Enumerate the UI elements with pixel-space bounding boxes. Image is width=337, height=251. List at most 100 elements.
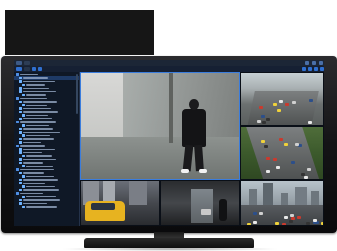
tree-item-label <box>25 94 46 96</box>
tree-item-label <box>25 84 45 86</box>
tree-item-label <box>25 165 53 167</box>
vehicle <box>294 142 299 146</box>
folder-icon <box>16 192 19 195</box>
camera-icon <box>19 100 22 104</box>
vehicle <box>308 120 313 124</box>
record-icon[interactable] <box>308 67 312 71</box>
camera-icon <box>19 76 22 80</box>
tree-item-label <box>22 90 56 93</box>
folder-icon <box>16 144 19 148</box>
close-icon[interactable] <box>319 61 323 65</box>
folder-icon <box>16 73 19 76</box>
sidebar-scrollbar[interactable] <box>76 74 78 114</box>
camera-icon <box>19 158 22 161</box>
camera-taxi-street[interactable] <box>80 180 160 226</box>
camera-icon <box>19 107 22 110</box>
tree-item-label <box>22 202 47 205</box>
vehicle <box>284 102 289 106</box>
tree-item-label <box>22 172 44 174</box>
vehicle <box>262 121 267 125</box>
camera-icon <box>19 131 22 134</box>
tree-item-label <box>22 158 56 161</box>
tree-item-label <box>22 128 53 130</box>
tree-item-label <box>19 97 47 100</box>
play-icon[interactable] <box>302 67 306 71</box>
vehicle <box>290 214 295 218</box>
tree-item-label <box>25 124 49 127</box>
fullscreen-icon[interactable] <box>320 67 324 71</box>
vehicle <box>283 142 288 146</box>
pole <box>169 73 173 143</box>
toolbar-button-secondary[interactable] <box>24 67 30 71</box>
camera-icon <box>19 178 22 182</box>
floor-shadow <box>60 247 280 251</box>
vehicle <box>313 218 318 222</box>
vehicle <box>288 220 293 224</box>
tree-item-label <box>22 148 55 150</box>
vehicle <box>298 143 303 147</box>
layout-icon[interactable] <box>38 67 42 71</box>
camera-icon <box>19 137 22 141</box>
toolbar-button-primary[interactable] <box>16 67 22 71</box>
camera-icon <box>19 117 22 121</box>
camera-icon <box>19 188 22 192</box>
vehicle <box>266 169 271 173</box>
camera-icon <box>22 114 25 117</box>
camera-icon <box>22 185 25 188</box>
building <box>263 183 273 207</box>
tree-item-label <box>22 189 59 191</box>
vehicle <box>260 139 265 143</box>
person <box>219 199 227 221</box>
vehicle <box>305 222 310 225</box>
tree-item-label <box>22 179 58 181</box>
snapshot-icon[interactable] <box>314 67 318 71</box>
vehicle <box>301 172 306 176</box>
vehicle <box>277 109 282 112</box>
tab-second[interactable] <box>24 61 30 65</box>
vehicle <box>266 156 271 160</box>
camera-icon <box>19 148 22 151</box>
vehicle <box>274 221 279 225</box>
tree-item-label <box>22 151 42 154</box>
tree-item-label <box>19 74 38 76</box>
tab-live-view[interactable] <box>16 61 22 65</box>
camera-icon <box>19 171 22 175</box>
tree-item-label <box>25 185 55 188</box>
tree-item-label <box>22 138 54 140</box>
folder-icon <box>16 97 19 100</box>
tree-item-label <box>19 121 56 123</box>
camera-icon <box>19 90 22 93</box>
camera-icon <box>22 154 25 158</box>
vehicle <box>264 145 269 149</box>
tree-item-label <box>22 182 45 184</box>
tree-item-label <box>25 155 52 157</box>
tree-item-label <box>22 199 60 201</box>
camera-icon <box>19 141 22 144</box>
folder-icon <box>16 168 19 171</box>
grid-layout-icon[interactable] <box>32 67 36 71</box>
camera-highway-2[interactable] <box>240 126 324 180</box>
vehicle <box>278 137 283 141</box>
maximize-icon[interactable] <box>312 61 316 65</box>
tree-item-label <box>19 145 45 147</box>
video-grid <box>80 72 324 226</box>
tree-item-label <box>25 196 56 198</box>
person-shoe <box>181 169 189 173</box>
tree-item-label <box>22 141 41 144</box>
tree-item[interactable] <box>14 205 79 209</box>
camera-icon <box>22 175 25 178</box>
camera-icon <box>22 134 25 137</box>
camera-icon <box>22 83 25 87</box>
promo-banner <box>5 10 154 55</box>
camera-city-traffic[interactable] <box>240 180 324 226</box>
camera-icon <box>19 161 22 165</box>
vehicle <box>201 209 211 215</box>
minimize-icon[interactable] <box>305 61 309 65</box>
camera-interior[interactable] <box>160 180 240 226</box>
person-head <box>189 99 199 110</box>
camera-main-street[interactable] <box>80 72 240 180</box>
camera-highway-1[interactable] <box>240 72 324 126</box>
tree-item-label <box>22 107 51 110</box>
tree-item-label <box>19 192 43 195</box>
camera-icon <box>22 205 25 209</box>
